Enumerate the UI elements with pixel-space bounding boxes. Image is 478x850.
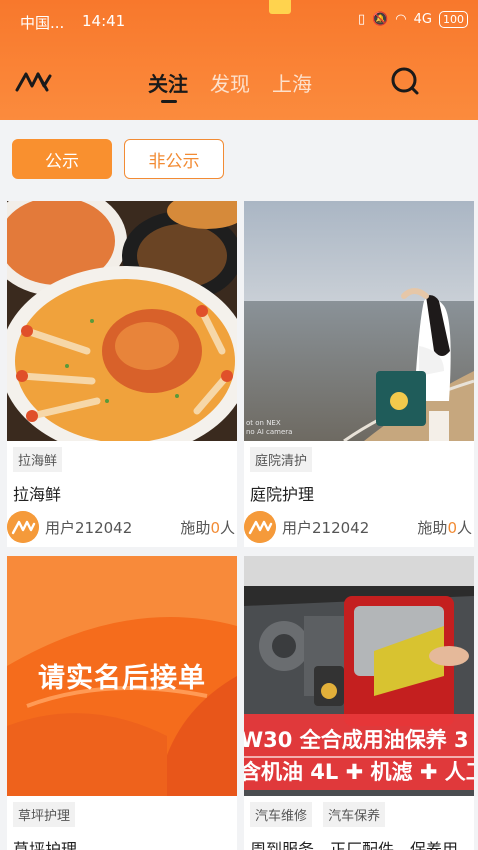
camera-notch [269,0,291,14]
avatar [7,511,39,543]
top-tabs: 关注 发现 上海 [148,68,312,103]
tab-shanghai[interactable]: 上海 [272,68,312,97]
card-title: 拉海鲜 [13,485,62,504]
card-meta: 用户212042 施助0人 [7,509,237,545]
tab-follow[interactable]: 关注 [148,68,188,103]
card-tag: 汽车维修 [250,802,313,827]
filter-bar: 公示 非公示 [12,139,224,179]
tab-discover[interactable]: 发现 [210,68,250,97]
card-tag: 汽车保养 [323,802,386,827]
app-header: 中国... 14:41 ▯ 🔕 ◠ 4G 100 关注 发现 上海 [0,0,478,120]
username: 用户212042 [282,519,370,537]
system-icons: ▯ 🔕 ◠ 4G 100 [358,11,468,28]
card-title: 周到服务、正厂配件、保养用 [250,840,459,850]
svg-text:ot on NEX: ot on NEX [246,419,281,427]
help-count: 施助0人 [417,519,472,537]
card-image-verify-banner: 请实名后接单 [7,556,237,796]
task-card[interactable]: 请实名后接单 草坪护理 草坪护理 [7,556,237,850]
status-bar: 中国... 14:41 ▯ 🔕 ◠ 4G 100 [0,0,478,44]
svg-text:no AI camera: no AI camera [246,428,292,436]
nfc-icon: ▯ [357,12,366,27]
task-card[interactable]: 拉海鲜 拉海鲜 用户212042 施助0人 [7,201,237,547]
oil-banner-line1: W30 全合成用油保养 3 [244,728,469,752]
card-image-seafood [7,201,237,441]
carrier-label: 中国... [20,14,65,32]
card-tag: 草坪护理 [13,802,76,827]
help-count: 施助0人 [180,519,235,537]
task-card[interactable]: ot on NEX no AI camera 庭院清护 庭院护理 用户21204… [244,201,474,547]
card-image-beach: ot on NEX no AI camera [244,201,474,441]
app-logo-icon[interactable] [14,66,54,96]
filter-public-button[interactable]: 公示 [12,139,112,179]
card-tag: 庭院清护 [250,447,313,472]
oil-banner-line2: 含机油 4L ✚ 机滤 ✚ 人工 [244,760,474,784]
card-tags: 草坪护理 [13,802,81,827]
mute-icon: 🔕 [372,12,389,27]
clock: 14:41 [82,12,126,30]
card-title: 庭院护理 [250,485,315,504]
wifi-icon: ◠ [395,12,407,27]
card-tag: 拉海鲜 [13,447,63,472]
verify-banner-text: 请实名后接单 [38,663,206,694]
task-card[interactable]: W30 全合成用油保养 3 含机油 4L ✚ 机滤 ✚ 人工 汽车维修 汽车保养… [244,556,474,850]
card-tags: 汽车维修 汽车保养 [250,802,391,827]
card-tags: 庭院清护 [250,447,318,472]
signal-icon: 4G [413,12,432,27]
username: 用户212042 [45,519,133,537]
avatar [244,511,276,543]
battery-icon: 100 [439,11,468,28]
card-image-car-oil: W30 全合成用油保养 3 含机油 4L ✚ 机滤 ✚ 人工 [244,556,474,796]
search-icon[interactable] [388,64,422,98]
card-title: 草坪护理 [13,840,78,850]
filter-nonpublic-button[interactable]: 非公示 [124,139,224,179]
card-meta: 用户212042 施助0人 [244,509,474,545]
card-tags: 拉海鲜 [13,447,68,472]
